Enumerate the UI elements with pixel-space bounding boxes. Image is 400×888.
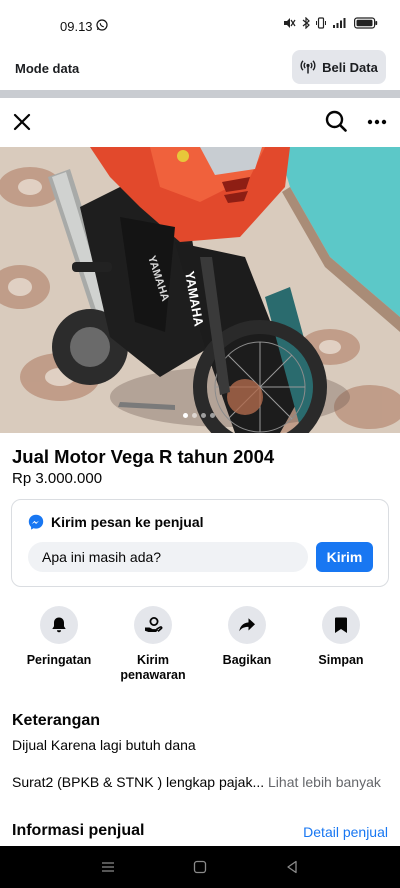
battery-icon xyxy=(354,17,378,29)
status-icons xyxy=(282,17,378,29)
listing-photo[interactable]: YAMAHA YAMAHA xyxy=(0,147,400,433)
listing-price: Rp 3.000.000 xyxy=(12,470,103,487)
close-icon[interactable] xyxy=(10,110,34,134)
listing-title: Jual Motor Vega R tahun 2004 xyxy=(12,446,275,467)
status-bar: 09.13 xyxy=(0,0,400,48)
message-seller-card: Kirim pesan ke penjual Kirim xyxy=(11,499,389,587)
make-offer-label: Kirim penawaran xyxy=(120,653,186,682)
seller-details-link[interactable]: Detail penjual xyxy=(303,824,388,840)
description-line-2: Surat2 (BPKB & STNK ) lengkap pajak... L… xyxy=(12,774,381,790)
message-heading-label: Kirim pesan ke penjual xyxy=(51,514,204,530)
message-heading: Kirim pesan ke penjual xyxy=(28,514,204,530)
alert-button[interactable]: Peringatan xyxy=(14,606,104,668)
share-button[interactable]: Bagikan xyxy=(202,606,292,668)
vibrate-icon xyxy=(316,17,326,29)
photo-pagination xyxy=(183,413,215,418)
data-mode-label: Mode data xyxy=(15,61,80,76)
back-icon[interactable] xyxy=(285,860,299,874)
menu-icon[interactable] xyxy=(101,860,115,874)
action-buttons: Peringatan Kirim penawaran Bagikan Simpa… xyxy=(0,606,400,696)
messenger-icon xyxy=(28,514,44,530)
description-heading: Keterangan xyxy=(12,712,101,729)
pagination-dot[interactable] xyxy=(201,413,206,418)
status-time: 09.13 xyxy=(60,19,93,34)
share-icon xyxy=(239,618,255,632)
bluetooth-icon xyxy=(302,17,310,29)
whatsapp-icon xyxy=(96,19,108,31)
offer-icon xyxy=(145,617,163,632)
seller-info-heading: Informasi penjual xyxy=(12,822,145,839)
mute-icon xyxy=(284,18,296,28)
share-label: Bagikan xyxy=(222,653,272,667)
signal-icon xyxy=(333,18,346,28)
send-message-button[interactable]: Kirim xyxy=(316,542,373,572)
top-navigation xyxy=(0,98,400,146)
description-text: Surat2 (BPKB & STNK ) lengkap pajak... xyxy=(12,774,265,790)
buy-data-button[interactable]: Beli Data xyxy=(292,50,386,84)
motorcycle-photo: YAMAHA YAMAHA xyxy=(0,147,400,433)
message-input[interactable] xyxy=(28,542,308,572)
system-navigation-bar xyxy=(0,846,400,888)
alert-label: Peringatan xyxy=(26,653,92,667)
save-label: Simpan xyxy=(318,653,364,667)
pagination-dot[interactable] xyxy=(210,413,215,418)
make-offer-button-circle[interactable] xyxy=(134,606,172,644)
share-button-circle[interactable] xyxy=(228,606,266,644)
buy-data-label: Beli Data xyxy=(322,59,378,75)
section-divider xyxy=(0,90,400,98)
home-icon[interactable] xyxy=(193,860,207,874)
search-icon[interactable] xyxy=(324,109,348,133)
bookmark-icon xyxy=(335,617,347,633)
data-mode-bar: Mode data Beli Data xyxy=(0,48,400,90)
bell-icon xyxy=(52,617,66,633)
save-button-circle[interactable] xyxy=(322,606,360,644)
pagination-dot[interactable] xyxy=(192,413,197,418)
description-line-1: Dijual Karena lagi butuh dana xyxy=(12,737,196,753)
broadcast-icon xyxy=(300,60,316,74)
see-more-link[interactable]: Lihat lebih banyak xyxy=(268,774,381,790)
alert-button-circle[interactable] xyxy=(40,606,78,644)
make-offer-button[interactable]: Kirim penawaran xyxy=(108,606,198,683)
more-options-icon[interactable] xyxy=(365,110,389,134)
pagination-dot[interactable] xyxy=(183,413,188,418)
save-button[interactable]: Simpan xyxy=(296,606,386,668)
